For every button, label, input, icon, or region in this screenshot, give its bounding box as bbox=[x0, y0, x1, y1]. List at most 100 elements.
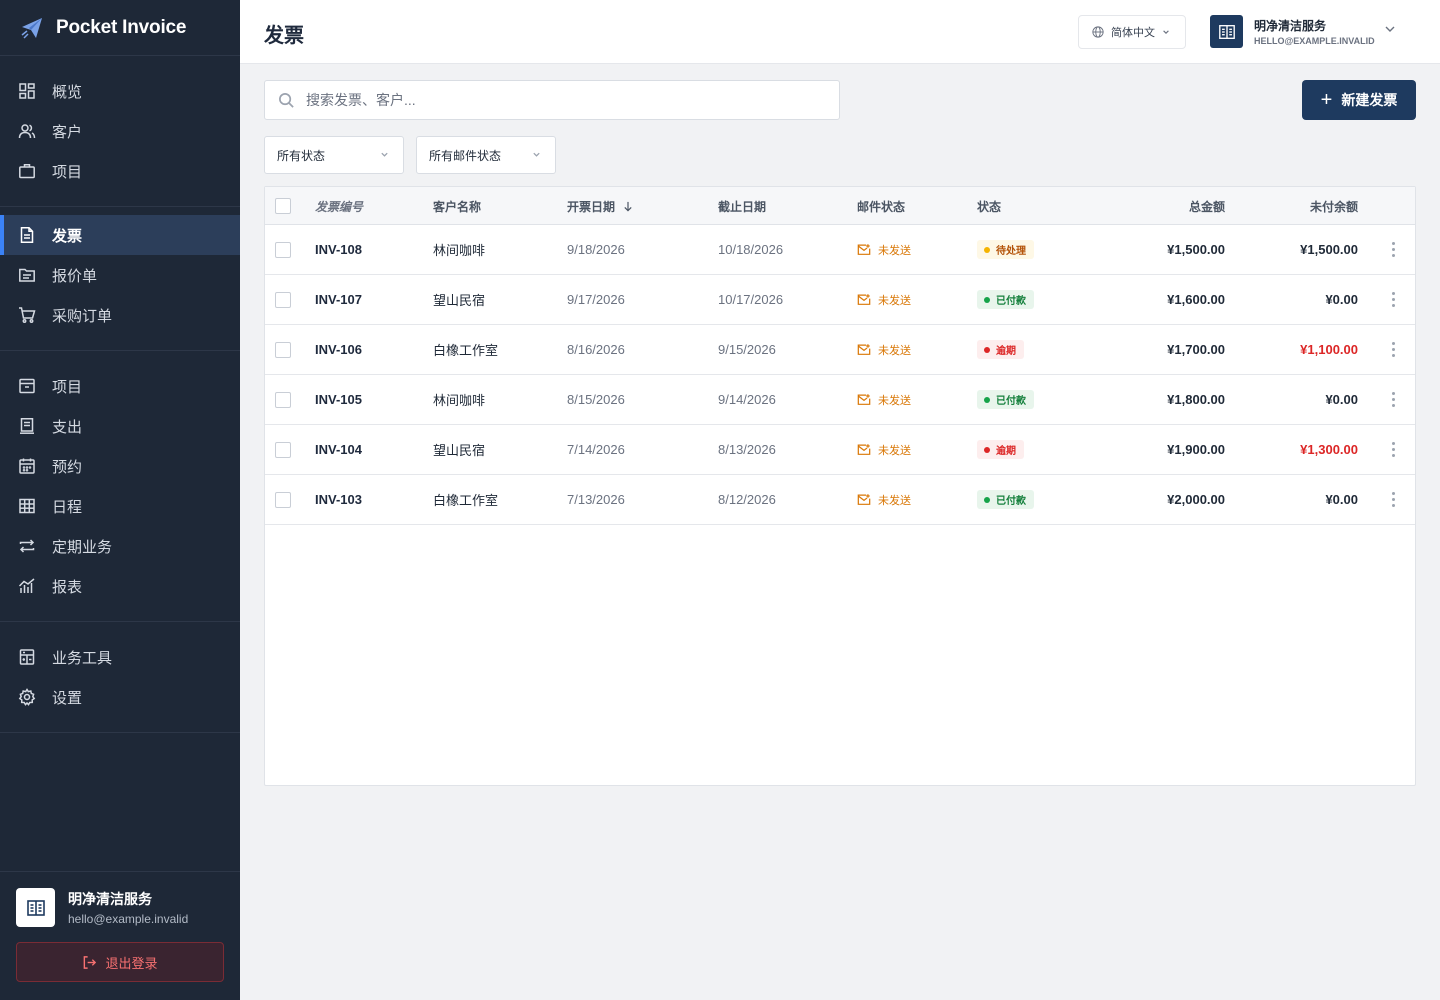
total-amount: ¥1,900.00 bbox=[1167, 442, 1225, 457]
account-name: 明净清洁服务 bbox=[1254, 19, 1327, 33]
repeat-icon bbox=[18, 537, 36, 555]
search-input[interactable] bbox=[306, 92, 806, 108]
column-header-balance[interactable]: 未付余额 bbox=[1310, 187, 1358, 225]
table-row[interactable]: INV-104 望山民宿 7/14/2026 8/13/2026 未发送 逾期 … bbox=[265, 425, 1415, 475]
account-menu[interactable]: 明净清洁服务 HELLO@EXAMPLE.INVALID bbox=[1210, 15, 1375, 48]
folder-icon bbox=[18, 266, 36, 284]
sidebar-user-email: hello@example.invalid bbox=[68, 912, 189, 926]
sidebar-item-calendar[interactable]: 预约 bbox=[0, 446, 240, 486]
sidebar-item-document[interactable]: 发票 bbox=[0, 215, 240, 255]
search-icon bbox=[278, 92, 295, 109]
table-row[interactable]: INV-105 林间咖啡 8/15/2026 9/14/2026 未发送 已付款… bbox=[265, 375, 1415, 425]
column-header-status[interactable]: 状态 bbox=[977, 187, 1001, 225]
sidebar-item-repeat[interactable]: 定期业务 bbox=[0, 526, 240, 566]
grid-icon bbox=[18, 497, 36, 515]
sidebar-user-name: 明净清洁服务 bbox=[68, 891, 152, 907]
column-header-issue-date-label: 开票日期 bbox=[567, 199, 616, 214]
dashboard-icon bbox=[18, 82, 36, 100]
more-vertical-icon[interactable] bbox=[1392, 292, 1395, 307]
sidebar-item-grid[interactable]: 日程 bbox=[0, 486, 240, 526]
sidebar-item-label: 日程 bbox=[52, 498, 83, 516]
total-amount: ¥2,000.00 bbox=[1167, 492, 1225, 507]
chevron-down-icon[interactable] bbox=[1384, 23, 1396, 35]
table-row[interactable]: INV-106 白橡工作室 8/16/2026 9/15/2026 未发送 逾期… bbox=[265, 325, 1415, 375]
row-checkbox[interactable] bbox=[275, 441, 291, 458]
status-filter-select[interactable]: 所有状态 bbox=[264, 136, 404, 174]
more-vertical-icon[interactable] bbox=[1392, 242, 1395, 257]
sidebar-item-dashboard[interactable]: 概览 bbox=[0, 71, 240, 111]
new-invoice-button[interactable]: + 新建发票 bbox=[1302, 80, 1416, 120]
column-header-number[interactable]: 发票编号 bbox=[315, 187, 363, 225]
sidebar-item-briefcase[interactable]: 项目 bbox=[0, 151, 240, 191]
nav-group: 概览客户 项目 bbox=[0, 56, 240, 207]
row-checkbox[interactable] bbox=[275, 391, 291, 408]
column-header-customer[interactable]: 客户名称 bbox=[433, 187, 481, 225]
more-vertical-icon[interactable] bbox=[1392, 492, 1395, 507]
sidebar-item-calculator[interactable]: 业务工具 bbox=[0, 637, 240, 677]
table-header: 发票编号 客户名称 开票日期 截止日期 邮件状态 状态 总金额 未付余额 bbox=[265, 187, 1415, 225]
chart-icon bbox=[18, 577, 36, 595]
sidebar-item-label: 报价单 bbox=[52, 267, 98, 285]
more-vertical-icon[interactable] bbox=[1392, 342, 1395, 357]
sidebar-item-label: 项目 bbox=[52, 378, 83, 396]
more-vertical-icon[interactable] bbox=[1392, 442, 1395, 457]
balance-amount: ¥0.00 bbox=[1325, 392, 1358, 407]
sidebar-user[interactable]: 明净清洁服务 hello@example.invalid bbox=[16, 888, 224, 927]
mail-icon bbox=[857, 393, 871, 406]
mail-icon bbox=[857, 293, 871, 306]
language-selector[interactable]: 简体中文 bbox=[1078, 15, 1186, 49]
mail-status: 未发送 bbox=[857, 492, 911, 508]
row-checkbox[interactable] bbox=[275, 341, 291, 358]
column-header-mail-status[interactable]: 邮件状态 bbox=[857, 187, 905, 225]
row-checkbox[interactable] bbox=[275, 291, 291, 308]
invoice-number[interactable]: INV-106 bbox=[315, 342, 362, 357]
nav-group: 项目支出 预约日程定期业务报表 bbox=[0, 351, 240, 622]
column-header-due-date[interactable]: 截止日期 bbox=[718, 187, 766, 225]
invoice-number[interactable]: INV-103 bbox=[315, 492, 362, 507]
sidebar-item-label: 概览 bbox=[52, 83, 83, 101]
sidebar-item-label: 设置 bbox=[52, 689, 83, 707]
column-header-issue-date[interactable]: 开票日期 bbox=[567, 187, 633, 225]
mail-icon bbox=[857, 243, 871, 256]
sort-down-icon bbox=[623, 201, 633, 212]
customer-name: 白橡工作室 bbox=[433, 493, 499, 508]
issue-date: 9/18/2026 bbox=[567, 242, 625, 257]
archive-icon bbox=[18, 377, 36, 395]
sidebar-item-chart[interactable]: 报表 bbox=[0, 566, 240, 606]
mail-status-filter-select[interactable]: 所有邮件状态 bbox=[416, 136, 556, 174]
invoice-number[interactable]: INV-104 bbox=[315, 442, 362, 457]
mail-icon bbox=[857, 443, 871, 456]
invoice-number[interactable]: INV-108 bbox=[315, 242, 362, 257]
row-checkbox[interactable] bbox=[275, 241, 291, 258]
paper-plane-logo-icon bbox=[20, 16, 44, 40]
calculator-icon bbox=[18, 648, 36, 666]
select-all-checkbox[interactable] bbox=[275, 198, 291, 214]
column-header-total[interactable]: 总金额 bbox=[1189, 187, 1225, 225]
invoice-table: 发票编号 客户名称 开票日期 截止日期 邮件状态 状态 总金额 未付余额 INV… bbox=[264, 186, 1416, 786]
invoice-number[interactable]: INV-107 bbox=[315, 292, 362, 307]
logout-button[interactable]: 退出登录 bbox=[16, 942, 224, 982]
customer-name: 望山民宿 bbox=[433, 443, 486, 458]
plus-icon: + bbox=[1320, 89, 1333, 111]
search-field[interactable] bbox=[264, 80, 840, 120]
sidebar-item-archive[interactable]: 项目 bbox=[0, 366, 240, 406]
sidebar-item-label: 采购订单 bbox=[52, 307, 113, 325]
more-vertical-icon[interactable] bbox=[1392, 392, 1395, 407]
sidebar-item-folder[interactable]: 报价单 bbox=[0, 255, 240, 295]
chevron-down-icon bbox=[1162, 28, 1170, 36]
sidebar-item-label: 报表 bbox=[52, 578, 83, 596]
building-icon bbox=[1210, 15, 1243, 48]
sidebar-item-users[interactable]: 客户 bbox=[0, 111, 240, 151]
sidebar-item-receipt[interactable]: 支出 bbox=[0, 406, 240, 446]
table-row[interactable]: INV-108 林间咖啡 9/18/2026 10/18/2026 未发送 待处… bbox=[265, 225, 1415, 275]
sidebar-item-cart[interactable]: 采购订单 bbox=[0, 295, 240, 335]
table-row[interactable]: INV-107 望山民宿 9/17/2026 10/17/2026 未发送 已付… bbox=[265, 275, 1415, 325]
status-filter-value: 所有状态 bbox=[277, 148, 326, 163]
row-checkbox[interactable] bbox=[275, 491, 291, 508]
invoice-number[interactable]: INV-105 bbox=[315, 392, 362, 407]
brand[interactable]: Pocket Invoice bbox=[0, 0, 240, 56]
table-row[interactable]: INV-103 白橡工作室 7/13/2026 8/12/2026 未发送 已付… bbox=[265, 475, 1415, 525]
sidebar-item-gear[interactable]: 设置 bbox=[0, 677, 240, 717]
due-date: 10/17/2026 bbox=[718, 292, 784, 307]
building-icon bbox=[16, 888, 55, 927]
